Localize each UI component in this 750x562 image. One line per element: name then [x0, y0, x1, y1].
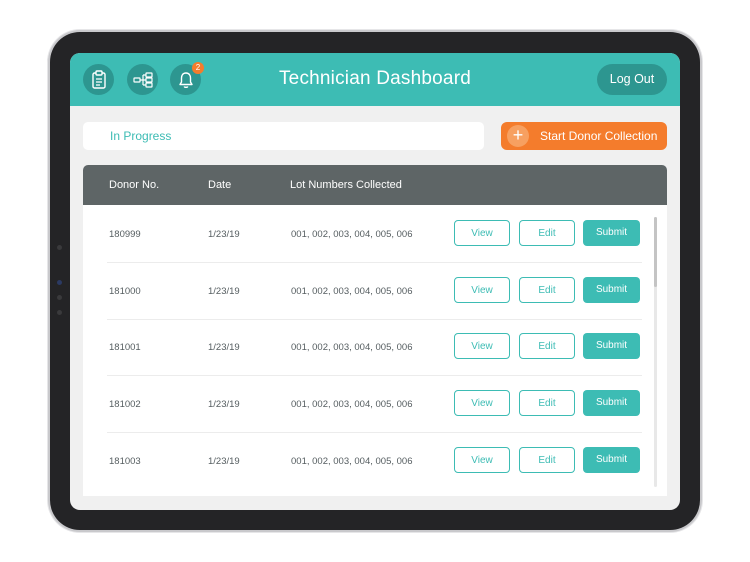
- edit-button[interactable]: Edit: [519, 220, 575, 246]
- lot-numbers: 001, 002, 003, 004, 005, 006: [291, 456, 413, 467]
- collection-date: 1/23/19: [208, 456, 240, 467]
- plus-icon: +: [507, 125, 529, 147]
- table-row: 181002 1/23/19 001, 002, 003, 004, 005, …: [107, 375, 642, 433]
- column-header-donor: Donor No.: [109, 179, 160, 191]
- collection-date: 1/23/19: [208, 286, 240, 297]
- donor-number: 181000: [109, 286, 141, 297]
- donor-table: Donor No. Date Lot Numbers Collected 180…: [83, 165, 667, 496]
- view-button[interactable]: View: [454, 390, 510, 416]
- donor-number: 180999: [109, 229, 141, 240]
- status-label: In Progress: [110, 129, 172, 143]
- edit-button[interactable]: Edit: [519, 447, 575, 473]
- start-donor-collection-label: Start Donor Collection: [540, 129, 658, 143]
- submit-button[interactable]: Submit: [583, 447, 640, 473]
- collection-date: 1/23/19: [208, 399, 240, 410]
- device-sensor: [57, 295, 62, 300]
- view-button[interactable]: View: [454, 447, 510, 473]
- donor-number: 181002: [109, 399, 141, 410]
- scrollbar-thumb[interactable]: [654, 217, 657, 287]
- view-button[interactable]: View: [454, 220, 510, 246]
- app-header: 2 Technician Dashboard Log Out: [70, 53, 680, 106]
- edit-button[interactable]: Edit: [519, 333, 575, 359]
- edit-button[interactable]: Edit: [519, 390, 575, 416]
- donor-number: 181003: [109, 456, 141, 467]
- lot-numbers: 001, 002, 003, 004, 005, 006: [291, 286, 413, 297]
- lot-numbers: 001, 002, 003, 004, 005, 006: [291, 399, 413, 410]
- edit-button[interactable]: Edit: [519, 277, 575, 303]
- column-header-date: Date: [208, 179, 232, 191]
- lot-numbers: 001, 002, 003, 004, 005, 006: [291, 229, 413, 240]
- column-header-lots: Lot Numbers Collected: [290, 179, 402, 191]
- submit-button[interactable]: Submit: [583, 220, 640, 246]
- page-title: Technician Dashboard: [278, 68, 471, 89]
- view-button[interactable]: View: [454, 333, 510, 359]
- status-filter[interactable]: In Progress: [83, 122, 484, 150]
- table-row: 181003 1/23/19 001, 002, 003, 004, 005, …: [107, 432, 642, 489]
- table-row: 181000 1/23/19 001, 002, 003, 004, 005, …: [107, 262, 642, 320]
- logout-button[interactable]: Log Out: [597, 64, 667, 95]
- collection-date: 1/23/19: [208, 342, 240, 353]
- view-button[interactable]: View: [454, 277, 510, 303]
- app-screen: 2 Technician Dashboard Log Out In Progre…: [70, 53, 680, 510]
- collection-date: 1/23/19: [208, 229, 240, 240]
- table-row: 181001 1/23/19 001, 002, 003, 004, 005, …: [107, 318, 642, 376]
- table-row: 180999 1/23/19 001, 002, 003, 004, 005, …: [107, 205, 642, 263]
- submit-button[interactable]: Submit: [583, 390, 640, 416]
- donor-number: 181001: [109, 342, 141, 353]
- submit-button[interactable]: Submit: [583, 277, 640, 303]
- device-sensor: [57, 310, 62, 315]
- submit-button[interactable]: Submit: [583, 333, 640, 359]
- device-sensor: [57, 245, 62, 250]
- table-header: Donor No. Date Lot Numbers Collected: [83, 165, 667, 205]
- lot-numbers: 001, 002, 003, 004, 005, 006: [291, 342, 413, 353]
- device-sensor: [57, 280, 62, 285]
- start-donor-collection-button[interactable]: + Start Donor Collection: [501, 122, 667, 150]
